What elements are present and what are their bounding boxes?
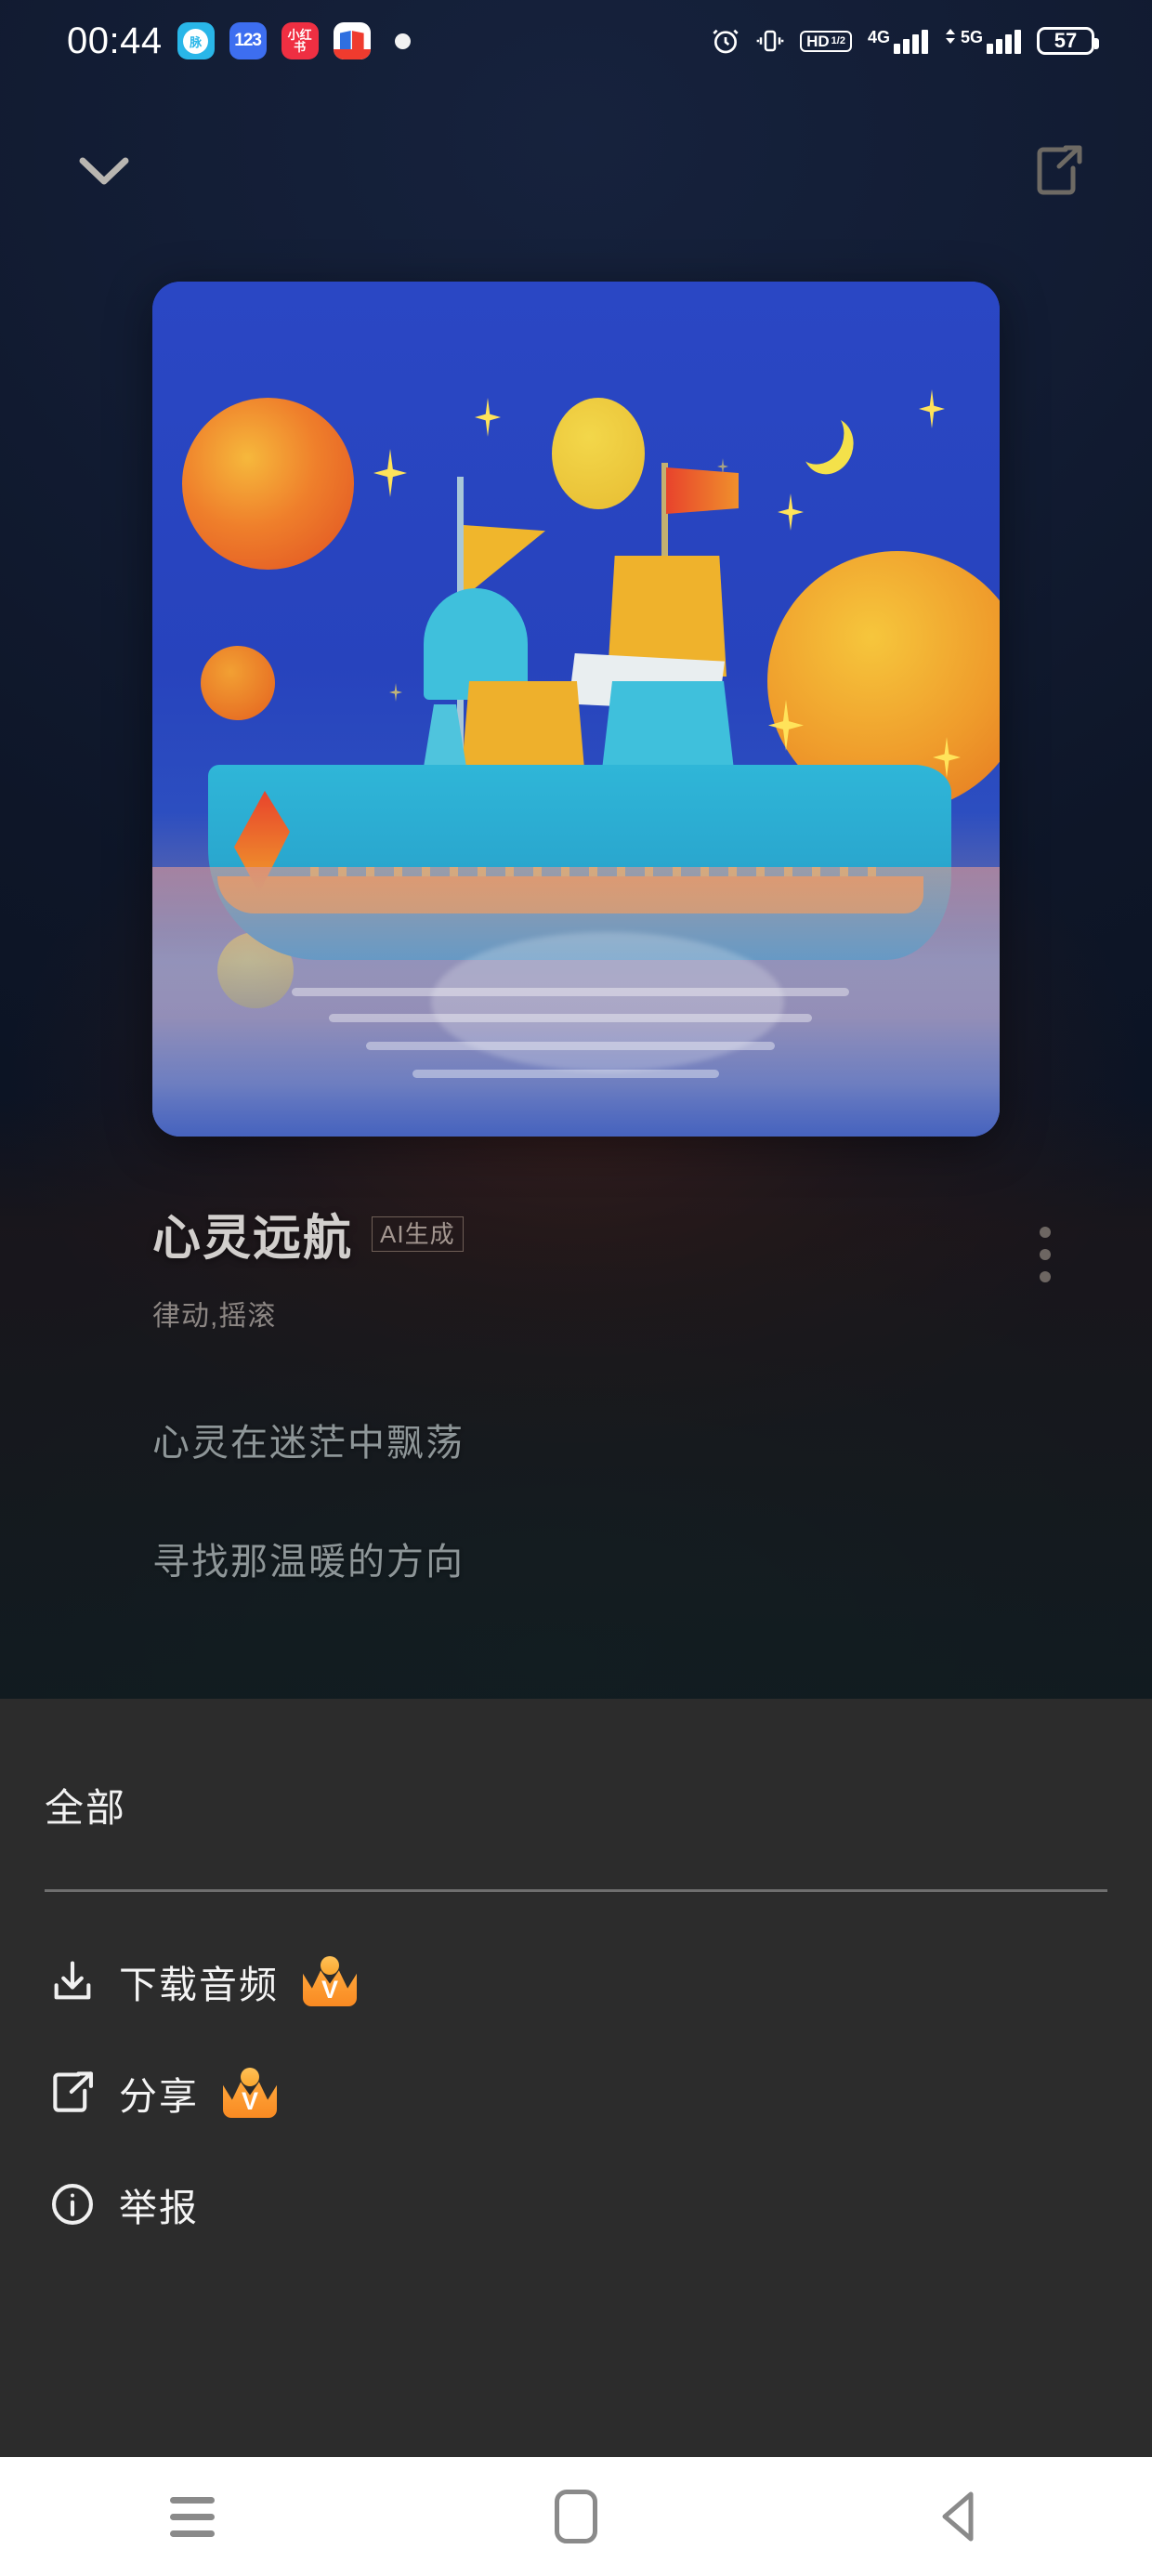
status-bar-left: 00:44 脉 123 小红书 [0,20,411,62]
menu-item-share[interactable]: 分享 V [0,2037,1152,2149]
status-clock: 00:44 [67,20,163,61]
signal-5g-label: 5G [960,27,983,46]
share-button[interactable] [1024,136,1094,206]
vip-crown-icon: V [301,1956,359,2006]
signal-5g-bars [987,29,1021,54]
lyric-line: 心灵在迷茫中飘荡 [152,1423,465,1464]
maimai-app-icon-label: 脉 [183,28,209,54]
ai-generated-badge: AI生成 [372,1216,464,1252]
status-bar: 00:44 脉 123 小红书 HD 1/2 4G 5G 57 [0,0,1152,82]
info-icon [52,2184,93,2225]
song-meta: 心灵远航 AI生成 律动,摇滚 [152,1199,1035,1334]
vibrate-icon [756,27,784,55]
back-button[interactable] [890,2470,1029,2563]
share-icon [53,2071,93,2112]
download-icon [54,1961,91,2000]
notification-dot-icon [394,33,411,49]
android-nav-bar [0,2457,1152,2576]
merchant-assistant-app-icon [333,22,371,59]
menu-item-label: 举报 [119,2187,199,2229]
battery-icon: 57 [1037,27,1099,55]
signal-5g-icon: 5G [944,27,1021,54]
vip-crown-knob [241,2068,259,2086]
signal-updown-arrow-icon [945,28,955,44]
more-vertical-icon-dot [1040,1271,1051,1282]
merchant-assistant-glyph [340,31,364,51]
home-icon [554,2490,597,2543]
maimai-app-icon: 脉 [177,22,215,59]
vip-crown-icon: V [221,2068,279,2118]
album-artwork[interactable] [152,282,1000,1137]
volte-sim-label: 1/2 [831,34,845,46]
vip-crown-label: V [321,1976,339,2004]
song-subtitle: 律动,摇滚 [152,1301,277,1332]
share-icon [1037,145,1082,195]
bottom-sheet-menu: 下载音频 V 分享 V 举报 [0,1892,1152,2260]
volte-hd-icon: HD 1/2 [800,30,852,52]
recents-button[interactable] [123,2470,262,2563]
merchant-assistant-tag [333,49,371,59]
lyric-line: 寻找那温暖的方向 [152,1542,465,1583]
more-options-button[interactable] [1003,1213,1087,1296]
lyrics-panel[interactable]: 心灵在迷茫中飘荡 寻找那温暖的方向 [152,1413,1035,1650]
signal-4g-icon: 4G [868,29,928,54]
back-icon [942,2491,974,2542]
menu-item-download-audio[interactable]: 下载音频 V [0,1925,1152,2037]
more-vertical-icon-dot [1040,1249,1051,1260]
battery-percent-label: 57 [1054,29,1078,52]
vip-crown-knob [321,1956,339,1975]
volte-hd-label: HD [806,32,830,50]
xiaohongshu-app-icon: 小红书 [281,22,319,59]
player-top-bar [0,119,1152,221]
vip-crown-label: V [241,2087,259,2115]
status-bar-right: HD 1/2 4G 5G 57 [711,26,1152,56]
artwork-wave [412,1070,719,1078]
artwork-moon-top-center [552,398,645,509]
signal-4g-label: 4G [867,27,890,46]
chevron-down-icon [79,157,129,185]
menu-item-report[interactable]: 举报 [0,2149,1152,2260]
phone-screen: 00:44 脉 123 小红书 HD 1/2 4G 5G 57 心灵远航 AI生… [0,0,1152,2576]
more-vertical-icon-dot [1040,1227,1051,1238]
alarm-icon [711,26,740,56]
menu-item-label: 分享 [119,2075,199,2118]
signal-4g-bars [893,29,928,54]
artwork-flag-orange [666,467,739,514]
home-button[interactable] [506,2470,646,2563]
app-123-icon: 123 [229,22,267,59]
artwork-moon-left [182,398,354,570]
menu-item-label: 下载音频 [119,1964,279,2006]
artwork-planet-small-left [201,646,275,720]
artwork-reflection [431,932,784,1071]
recents-icon [169,2496,215,2537]
collapse-player-button[interactable] [67,139,141,201]
song-title-row: 心灵远航 AI生成 [152,1199,1035,1268]
page-title: 心灵远航 [152,1212,354,1266]
bottom-sheet-title: 全部 [45,1786,127,1830]
bottom-sheet: 全部 下载音频 V 分享 V 举报 [0,1699,1152,2457]
